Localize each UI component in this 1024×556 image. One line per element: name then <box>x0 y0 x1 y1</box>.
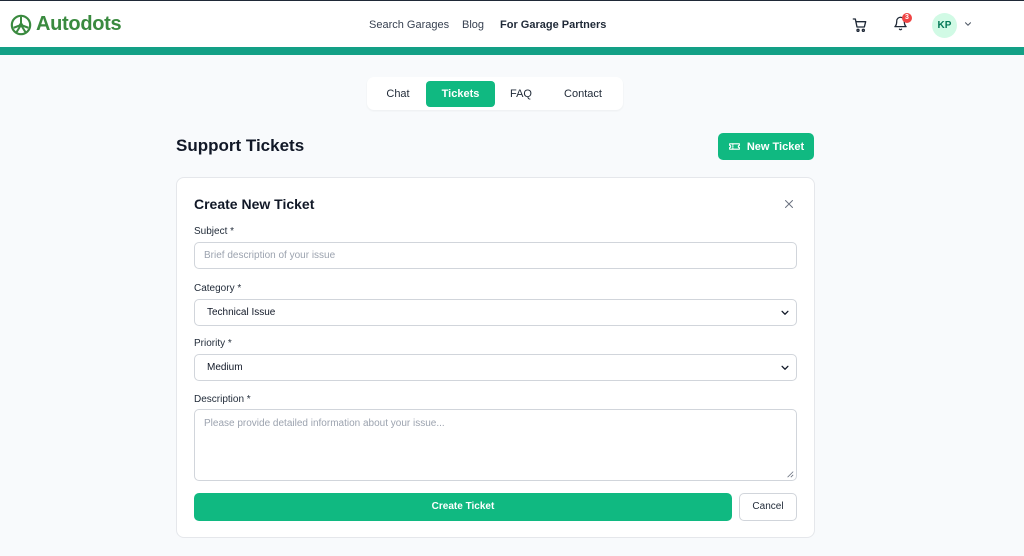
nav-blog[interactable]: Blog <box>462 19 484 31</box>
chevron-down-icon[interactable] <box>963 19 973 29</box>
priority-select[interactable]: Medium <box>194 354 797 381</box>
tab-contact[interactable]: Contact <box>557 81 609 107</box>
description-textarea[interactable]: Please provide detailed information abou… <box>194 409 797 481</box>
header-accent-strip <box>0 47 1024 55</box>
create-ticket-button[interactable]: Create Ticket <box>194 493 732 521</box>
tab-tickets[interactable]: Tickets <box>426 81 495 107</box>
new-ticket-button[interactable]: New Ticket <box>718 133 814 160</box>
nav-search-garages[interactable]: Search Garages <box>369 19 449 31</box>
support-tabs: Chat Tickets FAQ Contact <box>367 77 623 110</box>
resize-handle-icon[interactable] <box>786 470 794 478</box>
notification-badge: 3 <box>902 13 912 23</box>
cancel-button[interactable]: Cancel <box>739 493 797 521</box>
logo[interactable]: Autodots <box>10 13 122 36</box>
subject-input[interactable]: Brief description of your issue <box>194 242 797 269</box>
top-navbar: Autodots Search Garages Blog For Garage … <box>0 0 1024 47</box>
close-icon[interactable] <box>783 198 795 210</box>
category-value: Technical Issue <box>207 307 276 318</box>
create-ticket-form: Create New Ticket Subject * Brief descri… <box>176 177 815 538</box>
logo-text: Autodots <box>36 13 122 35</box>
priority-value: Medium <box>207 362 243 373</box>
tab-faq[interactable]: FAQ <box>503 81 539 107</box>
notifications-button[interactable]: 3 <box>893 13 912 34</box>
form-title: Create New Ticket <box>194 196 315 212</box>
tab-chat[interactable]: Chat <box>379 81 417 107</box>
description-placeholder: Please provide detailed information abou… <box>204 418 445 429</box>
nav-garage-partners[interactable]: For Garage Partners <box>500 19 606 31</box>
new-ticket-label: New Ticket <box>746 140 805 153</box>
priority-label: Priority * <box>194 338 232 349</box>
chevron-down-icon <box>781 365 789 370</box>
page-title: Support Tickets <box>176 136 305 155</box>
avatar[interactable]: KP <box>932 13 957 38</box>
description-label: Description * <box>194 394 251 405</box>
category-label: Category * <box>194 283 242 294</box>
chevron-down-icon <box>781 310 789 315</box>
subject-label: Subject * <box>194 226 235 237</box>
category-select[interactable]: Technical Issue <box>194 299 797 326</box>
subject-placeholder: Brief description of your issue <box>204 250 336 261</box>
cart-icon[interactable] <box>852 17 868 33</box>
ticket-icon <box>728 143 740 150</box>
logo-wheel-icon <box>10 14 32 35</box>
